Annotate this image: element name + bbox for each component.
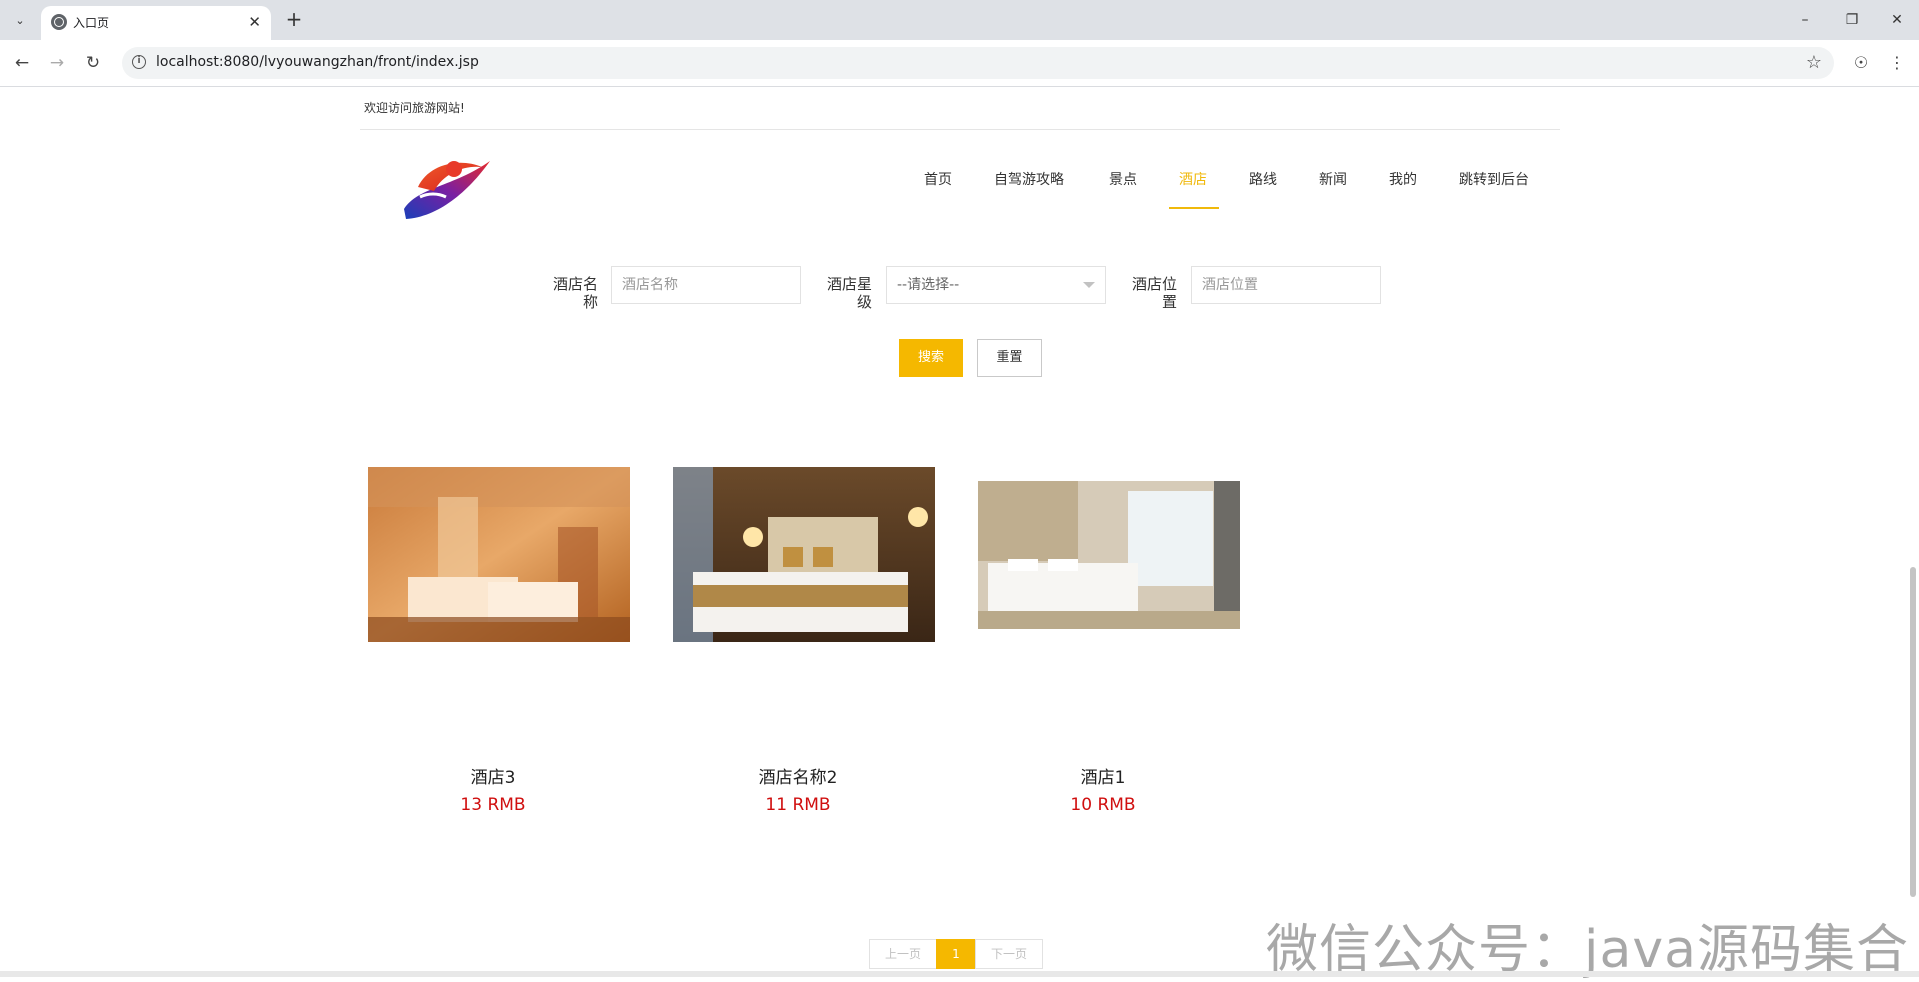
hotel-star-label: 酒店星 级: [826, 275, 872, 311]
main-nav: 首页 自驾游攻略 景点 酒店 路线 新闻 我的 跳转到后台: [0, 163, 1919, 203]
nav-item-driving-guide[interactable]: 自驾游攻略: [994, 163, 1064, 197]
hotel-name[interactable]: 酒店名称2: [673, 763, 923, 788]
hotel-location-label: 酒店位 置: [1131, 275, 1177, 311]
page-scrollbar[interactable]: [1907, 87, 1919, 977]
address-bar[interactable]: i localhost:8080/lvyouwangzhan/front/ind…: [122, 47, 1834, 79]
nav-item-routes[interactable]: 路线: [1249, 163, 1277, 197]
hotel-price: 11 RMB: [765, 795, 831, 815]
browser-tab-bar: ⌄ 入口页 ✕ + – ❐ ✕: [0, 0, 1919, 40]
close-tab-icon[interactable]: ✕: [248, 12, 261, 32]
page-1-button[interactable]: 1: [936, 939, 976, 969]
more-menu-icon[interactable]: ⋮: [1885, 51, 1909, 75]
close-window-icon[interactable]: ✕: [1877, 6, 1917, 34]
url-text[interactable]: localhost:8080/lvyouwangzhan/front/index…: [156, 54, 479, 70]
nav-item-home[interactable]: 首页: [924, 163, 952, 197]
hotel-name[interactable]: 酒店1: [978, 763, 1228, 788]
hotel-name-label: 酒店名 称: [552, 275, 598, 311]
nav-item-mine[interactable]: 我的: [1389, 163, 1417, 197]
nav-item-admin[interactable]: 跳转到后台: [1459, 163, 1529, 197]
reset-button[interactable]: 重置: [977, 339, 1042, 377]
hotel-photo[interactable]: [978, 481, 1240, 629]
search-button[interactable]: 搜索: [899, 339, 963, 377]
hotel-price: 13 RMB: [460, 795, 526, 815]
window-bottom-edge: [0, 971, 1919, 977]
star-select-value: --请选择--: [897, 277, 960, 293]
header-divider: [360, 129, 1560, 130]
scrollbar-thumb[interactable]: [1910, 567, 1916, 897]
hotel-name-input[interactable]: 酒店名称: [611, 266, 801, 304]
forward-icon[interactable]: →: [45, 51, 69, 75]
browser-tab[interactable]: 入口页 ✕: [41, 6, 271, 40]
active-nav-indicator: [1169, 207, 1219, 209]
bookmark-star-icon[interactable]: ☆: [1806, 52, 1822, 73]
tab-list-chevron-icon[interactable]: ⌄: [8, 8, 32, 32]
welcome-text: 欢迎访问旅游网站!: [364, 101, 465, 115]
dropdown-arrow-icon: [1083, 282, 1095, 288]
minimize-icon[interactable]: –: [1785, 6, 1825, 34]
nav-item-news[interactable]: 新闻: [1319, 163, 1347, 197]
globe-icon: [51, 14, 67, 30]
profile-icon[interactable]: ☉: [1849, 51, 1873, 75]
restore-icon[interactable]: ❐: [1832, 6, 1872, 34]
page-content: 欢迎访问旅游网站! 首页 自驾游攻略 景点 酒店 路线 新闻 我的 跳转到后台: [0, 87, 1919, 980]
hotel-location-input[interactable]: 酒店位置: [1191, 266, 1381, 304]
reload-icon[interactable]: ↻: [81, 51, 105, 75]
nav-item-hotels[interactable]: 酒店: [1179, 163, 1207, 197]
hotel-name[interactable]: 酒店3: [368, 763, 618, 788]
hotel-photo[interactable]: [673, 467, 935, 642]
site-info-icon[interactable]: i: [132, 55, 146, 69]
next-page-button[interactable]: 下一页: [975, 939, 1043, 969]
tab-title: 入口页: [73, 16, 110, 30]
prev-page-button[interactable]: 上一页: [869, 939, 937, 969]
back-icon[interactable]: ←: [10, 51, 34, 75]
hotel-price: 10 RMB: [1070, 795, 1136, 815]
hotel-star-select[interactable]: --请选择--: [886, 266, 1106, 304]
nav-item-attractions[interactable]: 景点: [1109, 163, 1137, 197]
hotel-photo[interactable]: [368, 467, 630, 642]
new-tab-icon[interactable]: +: [282, 8, 306, 32]
browser-toolbar: ← → ↻ i localhost:8080/lvyouwangzhan/fro…: [0, 40, 1919, 87]
